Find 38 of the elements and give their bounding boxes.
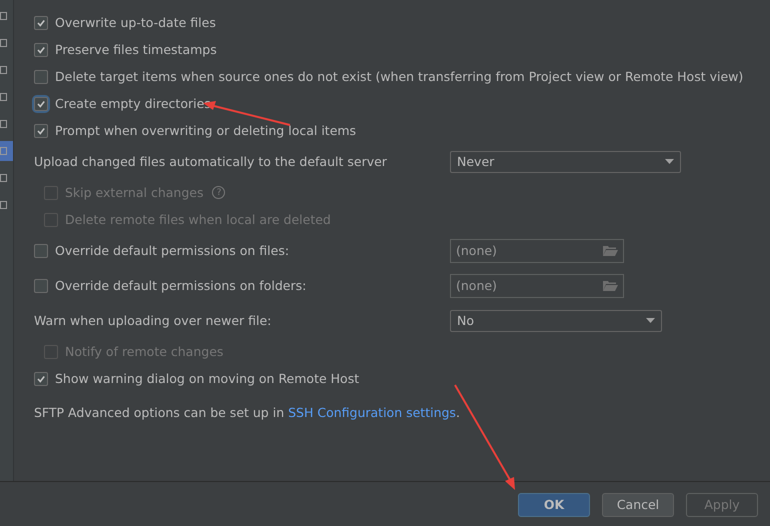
checkbox-label: Preserve files timestamps	[55, 42, 217, 57]
checkbox[interactable]	[34, 372, 48, 386]
checkbox-label: Override default permissions on folders:	[55, 278, 306, 293]
checkmark-icon	[36, 44, 46, 54]
checkbox[interactable]	[34, 244, 48, 258]
checkmark-icon	[36, 374, 46, 384]
checkbox-label: Skip external changes	[65, 185, 204, 200]
caret-icon	[646, 318, 655, 323]
checkbox-label: Override default permissions on files:	[55, 243, 290, 258]
settings-link[interactable]: SSH Configuration settings	[288, 405, 456, 420]
checkbox-label: Create empty directories	[55, 96, 211, 111]
checkmark-icon	[36, 126, 46, 136]
dropdown[interactable]: Never	[450, 150, 681, 172]
checkbox-label: Delete target items when source ones do not exist (when transferring from Project view or Remote Host view)	[55, 69, 744, 84]
info-text: SFTP Advanced options can be set up in SSH Configuration settings.	[34, 405, 460, 420]
caret-icon	[665, 159, 674, 164]
checkbox[interactable]	[34, 42, 48, 56]
checkbox[interactable]	[34, 70, 48, 84]
checkbox[interactable]	[34, 124, 48, 138]
checkmark-icon	[36, 18, 46, 28]
dialog-button[interactable]: Cancel	[602, 492, 674, 516]
checkbox-label: Overwrite up-to-date files	[55, 15, 216, 30]
setting-label: Upload changed files automatically to the default server	[34, 154, 387, 169]
permissions-field[interactable]: (none)	[450, 238, 624, 262]
folder-icon[interactable]	[603, 245, 618, 256]
setting-label: Warn when uploading over newer file:	[34, 313, 272, 328]
checkbox-label: Prompt when overwriting or deleting local items	[55, 123, 356, 138]
permissions-field[interactable]: (none)	[450, 274, 624, 298]
checkbox-label: Notify of remote changes	[65, 344, 224, 359]
checkmark-icon	[36, 98, 46, 108]
checkbox[interactable]	[34, 278, 48, 292]
folder-icon[interactable]	[603, 280, 618, 291]
checkbox-label: Delete remote files when local are deleted	[65, 212, 331, 227]
checkbox[interactable]	[34, 96, 48, 110]
dropdown[interactable]: No	[450, 310, 662, 332]
dialog-button[interactable]: OK	[518, 492, 590, 516]
checkbox[interactable]	[34, 16, 48, 30]
checkbox-label: Show warning dialog on moving on Remote Host	[55, 371, 360, 386]
